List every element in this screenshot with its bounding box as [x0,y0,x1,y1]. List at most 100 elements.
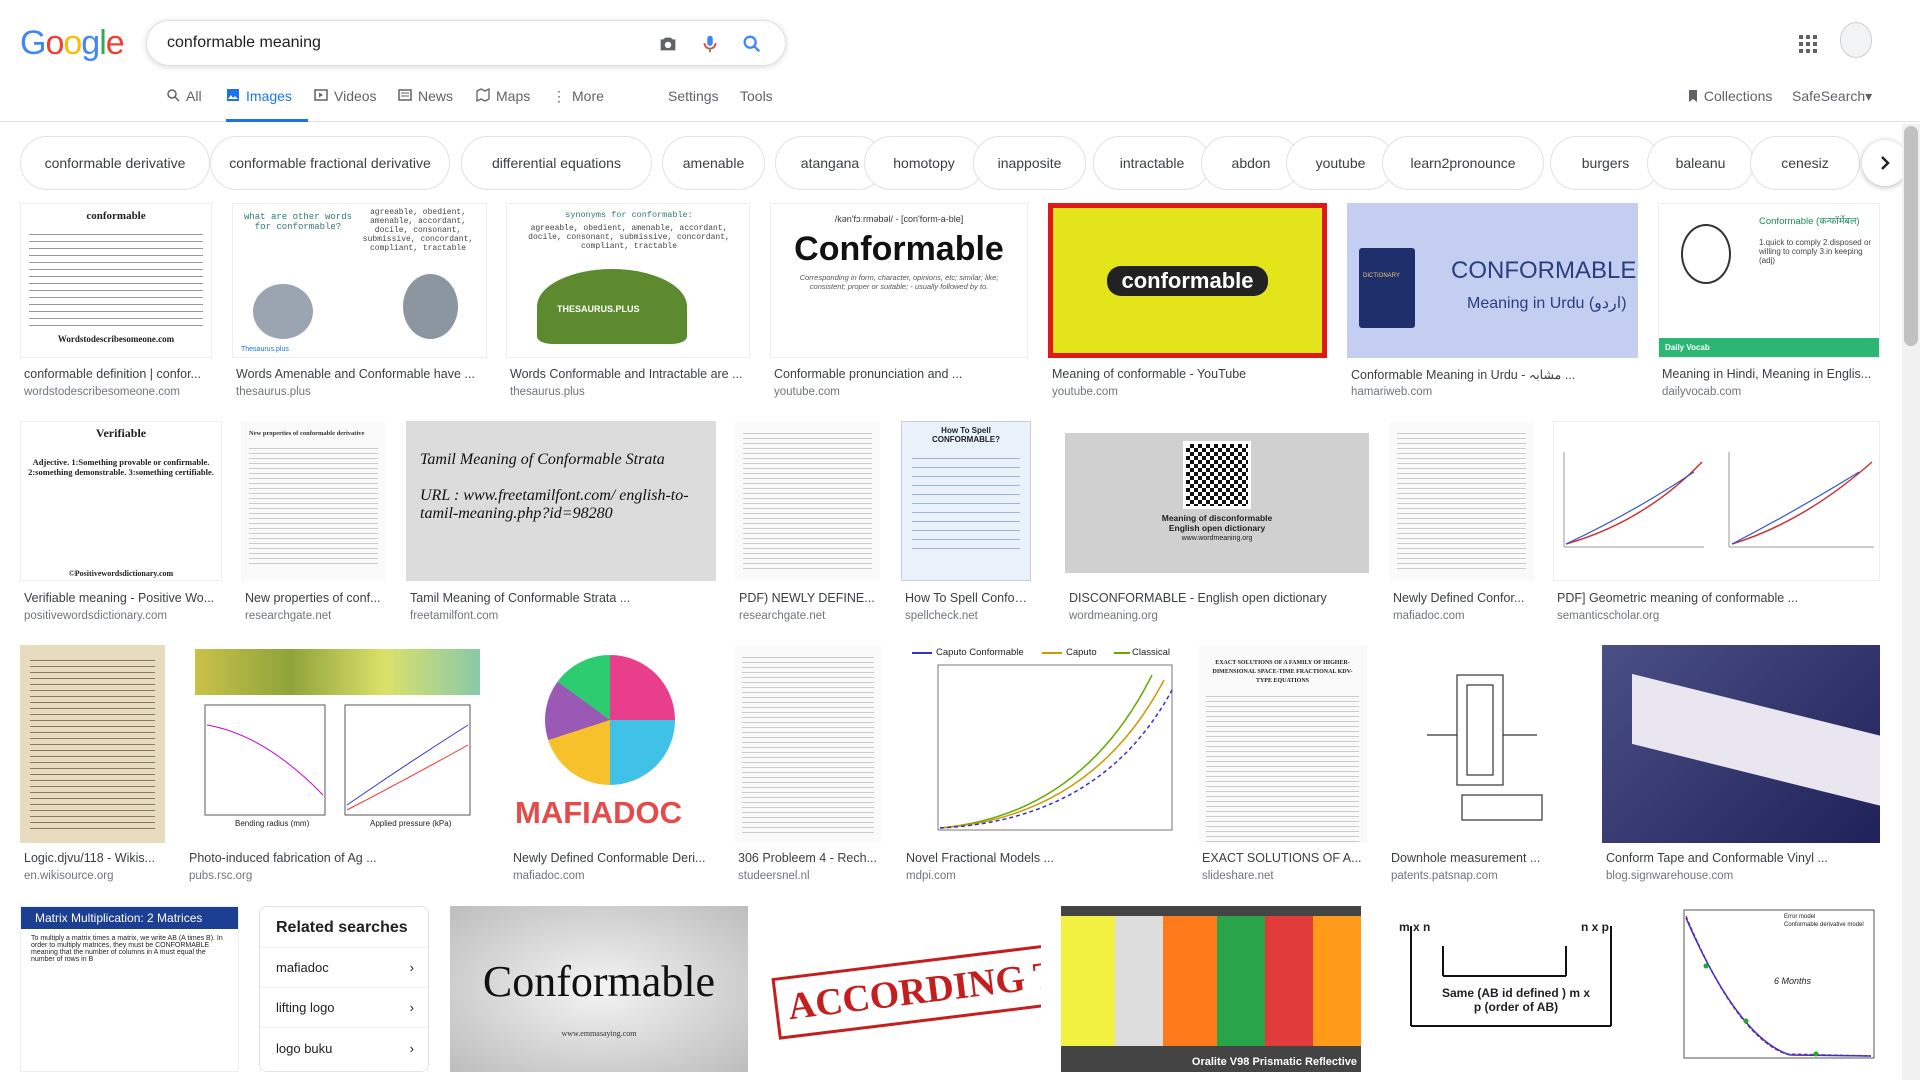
result-title[interactable]: New properties of conf... [245,591,386,605]
result-thumbnail[interactable]: conformable [1048,203,1327,358]
result-thumbnail[interactable] [735,421,880,581]
apps-grid-icon[interactable] [1796,32,1820,56]
result-thumbnail[interactable]: Verifiable Adjective. 1:Something provab… [20,421,222,581]
image-result[interactable]: ACCORDING TO [768,906,1041,1072]
chip[interactable]: learn2pronounce [1382,136,1544,190]
image-result[interactable]: Oralite V98 Prismatic Reflective [1061,906,1361,1072]
result-thumbnail[interactable]: m x n n x p Same (AB id defined ) m x p … [1381,906,1646,1072]
result-thumbnail[interactable]: Tamil Meaning of Conformable Strata URL … [406,421,716,581]
result-title[interactable]: Words Amenable and Conformable have ... [236,367,487,381]
image-result[interactable]: conformable Meaning of conformable - You… [1048,203,1327,403]
scrollbar-thumb[interactable] [1904,126,1918,346]
result-thumbnail[interactable]: /kən'fɔːrməbəl/ - [con'form-a-ble] Confo… [770,203,1028,358]
chip[interactable]: burgers [1550,136,1661,190]
result-thumbnail[interactable]: DICTIONARY CONFORMABLE Meaning in Urdu (… [1347,203,1638,358]
result-title[interactable]: How To Spell Conform... [905,591,1031,605]
result-title[interactable]: PDF) NEWLY DEFINE... [739,591,880,605]
chip[interactable]: conformable derivative [20,136,210,190]
result-thumbnail[interactable]: EXACT SOLUTIONS OF A FAMILY OF HIGHER-DI… [1198,645,1367,843]
image-result[interactable]: MAFIADOC Newly Defined Conformable Deri.… [509,645,715,885]
image-result[interactable]: PDF] Geometric meaning of conformable ..… [1553,421,1880,622]
image-result[interactable]: DICTIONARY CONFORMABLE Meaning in Urdu (… [1347,203,1638,403]
image-result[interactable]: conformable Wordstodescribesomeone.com c… [20,203,212,403]
image-result[interactable]: How To Spell CONFORMABLE? How To Spell C… [901,421,1031,622]
google-logo[interactable]: Google [20,24,125,63]
result-title[interactable]: Conform Tape and Conformable Vinyl ... [1606,851,1880,865]
chip[interactable]: cenesiz [1750,136,1860,190]
image-result[interactable]: Verifiable Adjective. 1:Something provab… [20,421,222,622]
image-result[interactable]: Conformable (कन्फॉर्मेबल) 1.quick to com… [1658,203,1880,403]
tab-images[interactable]: Images [226,88,308,122]
image-result[interactable]: Caputo Conformable Caputo Classical Nove… [902,645,1178,885]
result-title[interactable]: Tamil Meaning of Conformable Strata ... [410,591,716,605]
image-result[interactable]: Logic.djvu/118 - Wikis... en.wikisource.… [20,645,165,885]
image-result[interactable]: 306 Probleem 4 - Rech... studeersnel.nl [734,645,882,885]
chip[interactable]: baleanu [1647,136,1754,190]
image-result[interactable]: Conformable www.emmasaying.com [450,906,748,1072]
chip[interactable]: amenable [662,136,765,190]
result-thumbnail[interactable]: Caputo Conformable Caputo Classical [902,645,1178,843]
related-search-item[interactable]: mafiadoc › [260,948,428,988]
result-thumbnail[interactable] [1602,645,1880,843]
related-search-item[interactable]: lifting logo › [260,988,428,1028]
image-result[interactable]: Matrix Multiplication: 2 Matrices To mul… [20,906,239,1072]
result-title[interactable]: Conformable pronunciation and ... [774,367,1028,381]
search-box[interactable] [146,20,786,66]
result-thumbnail[interactable] [734,645,882,843]
image-result[interactable]: New properties of conformable derivative… [241,421,386,622]
chip[interactable]: homotopy [864,136,984,190]
result-title[interactable]: Logic.djvu/118 - Wikis... [24,851,165,865]
result-title[interactable]: Verifiable meaning - Positive Wo... [24,591,222,605]
result-thumbnail[interactable]: ACCORDING TO [768,906,1041,1072]
chip[interactable]: youtube [1286,136,1395,190]
result-thumbnail[interactable]: New properties of conformable derivative [241,421,386,581]
result-title[interactable]: DISCONFORMABLE - English open dictionary [1069,591,1369,605]
result-thumbnail[interactable] [20,645,165,843]
result-thumbnail[interactable]: Conformable (कन्फॉर्मेबल) 1.quick to com… [1658,203,1880,358]
tab-maps[interactable]: Maps [476,88,530,122]
chip[interactable]: conformable fractional derivative [210,136,450,190]
image-result[interactable]: what are other words for conformable? ag… [232,203,487,403]
tab-videos[interactable]: Videos [314,88,377,122]
result-title[interactable]: PDF] Geometric meaning of conformable ..… [1557,591,1880,605]
image-result[interactable]: synonyms for conformable: agreeable, obe… [506,203,750,403]
related-search-item[interactable]: logo buku › [260,1028,428,1068]
image-result[interactable]: m x n n x p Same (AB id defined ) m x p … [1381,906,1646,1072]
result-thumbnail[interactable]: Conformable www.emmasaying.com [450,906,748,1072]
result-thumbnail[interactable]: conformable Wordstodescribesomeone.com [20,203,212,358]
result-title[interactable]: Conformable Meaning in Urdu - مشابہ ... [1351,367,1638,382]
image-result[interactable]: Conform Tape and Conformable Vinyl ... b… [1602,645,1880,885]
camera-icon[interactable] [657,33,679,55]
result-thumbnail[interactable]: what are other words for conformable? ag… [232,203,487,358]
image-result[interactable]: /kən'fɔːrməbəl/ - [con'form-a-ble] Confo… [770,203,1028,403]
result-title[interactable]: Words Conformable and Intractable are ..… [510,367,750,381]
result-title[interactable]: Meaning in Hindi, Meaning in Englis... [1662,367,1880,381]
result-thumbnail[interactable]: Oralite V98 Prismatic Reflective [1061,906,1361,1072]
chip[interactable]: intractable [1093,136,1211,190]
tab-settings[interactable]: Settings [668,88,719,122]
image-result[interactable]: PDF) NEWLY DEFINE... researchgate.net [735,421,880,622]
tab-news[interactable]: News [398,88,453,122]
result-thumbnail[interactable]: MAFIADOC [509,645,715,843]
tab-more[interactable]: ⋮ More [552,88,604,122]
image-result[interactable]: Meaning of disconformable English open d… [1065,421,1369,622]
image-result[interactable]: 6 Months Error model Conformable derivat… [1666,906,1880,1072]
result-title[interactable]: Novel Fractional Models ... [906,851,1178,865]
result-thumbnail[interactable]: How To Spell CONFORMABLE? [901,421,1031,581]
chip[interactable]: inapposite [973,136,1086,190]
image-result[interactable]: Tamil Meaning of Conformable Strata URL … [406,421,716,622]
result-thumbnail[interactable] [1387,645,1582,843]
image-result[interactable]: Downhole measurement ... patents.patsnap… [1387,645,1582,885]
result-title[interactable]: Newly Defined Confor... [1393,591,1534,605]
result-thumbnail[interactable]: synonyms for conformable: agreeable, obe… [506,203,750,358]
result-thumbnail[interactable]: Bending radius (mm) Applied pressure (kP… [185,645,490,843]
image-result[interactable]: Bending radius (mm) Applied pressure (kP… [185,645,490,885]
search-icon[interactable] [741,33,763,55]
chip[interactable]: differential equations [461,136,652,190]
result-title[interactable]: Downhole measurement ... [1391,851,1582,865]
result-title[interactable]: conformable definition | confor... [24,367,212,381]
image-result[interactable]: EXACT SOLUTIONS OF A FAMILY OF HIGHER-DI… [1198,645,1367,885]
search-input[interactable] [167,31,647,55]
result-title[interactable]: Meaning of conformable - YouTube [1052,367,1327,381]
avatar[interactable] [1840,22,1872,58]
